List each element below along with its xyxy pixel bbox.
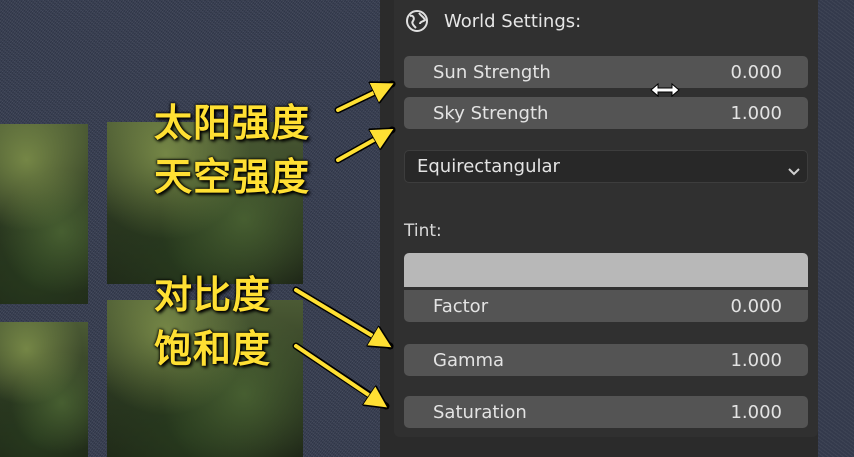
arrow-saturation xyxy=(294,344,382,404)
annotation-arrows xyxy=(292,80,854,410)
arrow-sun xyxy=(336,86,388,112)
arrow-sky xyxy=(336,132,388,162)
arrow-contrast xyxy=(294,288,386,344)
